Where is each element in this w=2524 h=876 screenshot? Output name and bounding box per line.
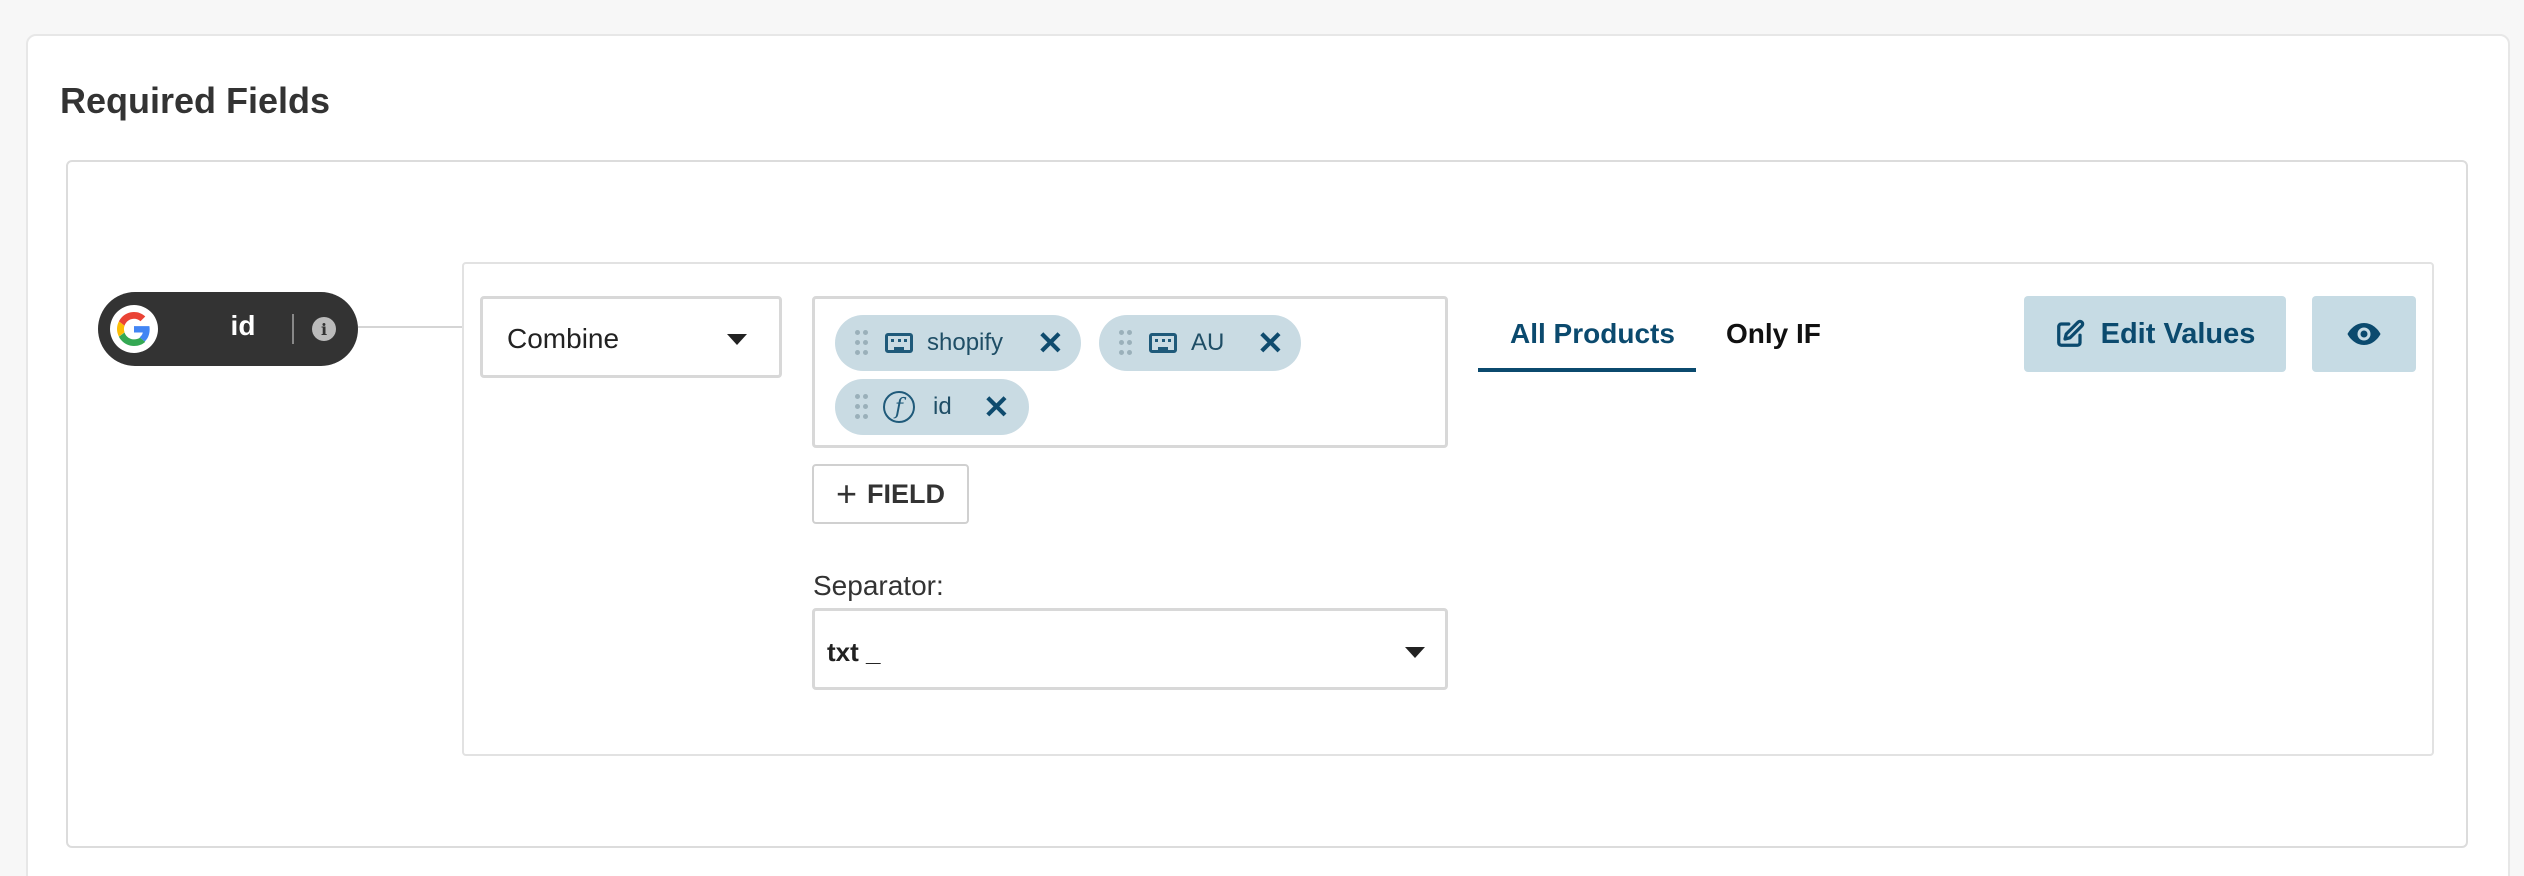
chip-label: shopify xyxy=(927,329,1004,356)
add-field-button[interactable]: + FIELD xyxy=(812,464,969,524)
chevron-down-icon xyxy=(1405,647,1425,658)
add-field-label: FIELD xyxy=(867,478,946,509)
edit-values-label: Edit Values xyxy=(2100,317,2256,350)
close-icon[interactable]: ✕ xyxy=(1037,324,1064,362)
close-icon[interactable]: ✕ xyxy=(983,388,1010,426)
edit-values-button[interactable]: Edit Values xyxy=(2024,296,2286,372)
chip-au[interactable]: AU ✕ xyxy=(1099,315,1301,371)
separator-select-value: txt _ xyxy=(827,637,881,667)
chip-shopify[interactable]: shopify ✕ xyxy=(835,315,1081,371)
google-icon xyxy=(110,305,158,353)
separator-select[interactable]: txt _ xyxy=(812,608,1448,690)
function-icon: f xyxy=(883,391,915,423)
operation-select[interactable]: Combine xyxy=(480,296,782,378)
operation-select-value: Combine xyxy=(507,323,620,354)
preview-button[interactable] xyxy=(2312,296,2416,372)
active-tab-indicator xyxy=(1478,368,1696,372)
keyboard-icon xyxy=(885,333,913,353)
close-icon[interactable]: ✕ xyxy=(1257,324,1284,362)
field-pill[interactable]: id i xyxy=(98,292,358,366)
chip-label: id xyxy=(933,393,952,420)
pill-divider xyxy=(292,314,294,344)
edit-icon xyxy=(2056,319,2084,347)
drag-handle-icon[interactable] xyxy=(855,394,869,420)
eye-icon xyxy=(2347,323,2381,345)
tab-all-products[interactable]: All Products xyxy=(1510,318,1675,350)
separator-label: Separator: xyxy=(813,570,944,601)
tab-only-if[interactable]: Only IF xyxy=(1726,318,1821,350)
field-pill-label: id xyxy=(230,310,256,341)
section-title: Required Fields xyxy=(60,80,331,121)
chip-label: AU xyxy=(1191,329,1225,356)
drag-handle-icon[interactable] xyxy=(1119,330,1133,356)
chevron-down-icon xyxy=(727,334,747,345)
keyboard-icon xyxy=(1149,333,1177,353)
drag-handle-icon[interactable] xyxy=(855,330,869,356)
combine-fields-box[interactable]: shopify ✕ AU ✕ f id ✕ xyxy=(812,296,1448,448)
connector-line xyxy=(358,326,464,328)
plus-icon: + xyxy=(835,473,858,514)
info-icon[interactable]: i xyxy=(312,317,336,341)
chip-id[interactable]: f id ✕ xyxy=(835,379,1029,435)
